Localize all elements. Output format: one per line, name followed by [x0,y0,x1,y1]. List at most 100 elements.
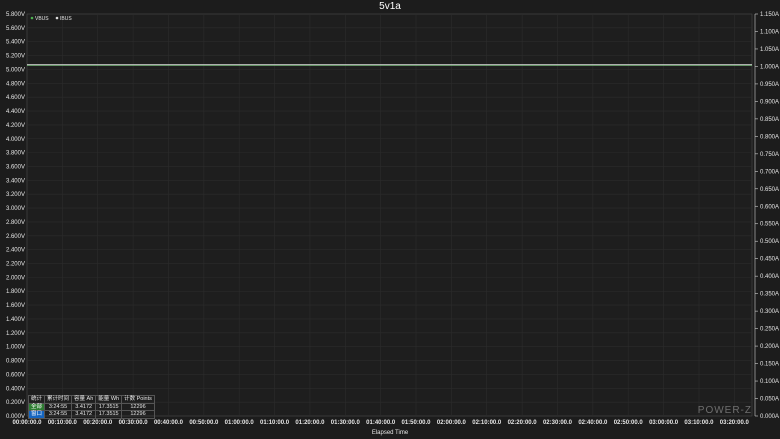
y-right-tick-label: 0.250A [760,327,779,333]
series-layer [27,64,752,66]
legend-label-vbus[interactable]: VBUS [35,16,49,22]
stats-row-all: 全部 3:24:55 3.4172 17.3515 12296 [27,402,155,411]
x-tick-label: 03:20:00.0 [720,420,750,426]
power-z-watermark: POWER-Z [697,405,752,416]
y-right-tick-label: 1.100A [760,29,779,35]
y-left-tick-label: 1.800V [6,289,25,295]
legend-swatch-vbus [30,16,34,20]
y-left-tick-label: 3.400V [6,178,25,184]
y-left-tick-label: 3.200V [6,192,25,198]
y-right-tick-label: 0.300A [760,309,779,315]
x-tick-label: 01:10:00.0 [260,420,290,426]
legend-swatch-ibus [55,16,59,20]
x-tick-label: 00:20:00.0 [83,420,113,426]
stats-cell: 3.4172 [71,410,97,419]
stats-cell: 17.3515 [95,410,123,419]
x-tick-label: 00:00:00.0 [12,420,42,426]
stats-header: 能量 Wh [95,395,123,404]
y-right-tick-label: 0.450A [760,257,779,263]
y-left-tick-label: 5.800V [6,12,25,18]
y-left-tick-label: 5.200V [6,54,25,60]
x-tick-label: 02:40:00.0 [578,420,608,426]
y-left-tick-label: 4.000V [6,137,25,143]
y-right-tick-label: 0.400A [760,274,779,280]
x-tick-label: 02:00:00.0 [437,420,467,426]
y-right-tick-label: 0.150A [760,362,779,368]
grid [26,13,753,417]
y-right-tick-label: 0.200A [760,344,779,350]
stats-table: 统计 累计时间 容量 Ah 能量 Wh 计数 Points 全部 3:24:55… [27,395,155,419]
x-tick-label: 03:00:00.0 [649,420,679,426]
y-left-tick-label: 3.600V [6,164,25,170]
plot-frame [26,13,753,417]
y-left-tick-label: 4.400V [6,109,25,115]
y-left-tick-label: 4.800V [6,81,25,87]
y-right-tick-label: 0.650A [760,187,779,193]
y-right-tick-label: 0.000A [760,414,779,420]
y-left-tick-label: 1.600V [6,303,25,309]
x-tick-label: 01:30:00.0 [331,420,361,426]
x-tick-label: 00:10:00.0 [48,420,78,426]
y-right-tick-label: 1.150A [760,12,779,18]
y-left-tick-label: 5.600V [6,26,25,32]
x-tick-label: 01:00:00.0 [225,420,255,426]
y-left-tick-label: 1.400V [6,317,25,323]
legend-label-ibus[interactable]: IBUS [60,16,72,22]
y-right-tick-label: 0.800A [760,134,779,140]
y-right-tick-label: 0.100A [760,379,779,385]
stats-header: 累计时间 [44,395,73,404]
x-tick-label: 01:50:00.0 [402,420,432,426]
x-tick-label: 01:40:00.0 [366,420,396,426]
y-right-tick-label: 0.600A [760,204,779,210]
y-left-tick-label: 2.200V [6,262,25,268]
stats-row-window: 窗口 3:24:55 3.4172 17.3515 12296 [27,410,155,419]
stats-row-label[interactable]: 窗口 [27,410,46,419]
stats-cell: 3:24:55 [44,402,73,411]
chart-title: 5v1a [379,1,401,12]
stats-cell: 12296 [121,410,155,419]
y-left-tick-label: 0.400V [6,386,25,392]
y-left-tick-label: 2.400V [6,248,25,254]
y-right-tick-label: 0.850A [760,117,779,123]
x-tick-label: 00:30:00.0 [119,420,149,426]
y-right-tick-label: 0.500A [760,239,779,245]
y-right-tick-label: 1.000A [760,64,779,70]
y-left-tick-label: 2.600V [6,234,25,240]
y-left-tick-label: 0.600V [6,372,25,378]
y-right-tick-label: 0.750A [760,152,779,158]
y-left-tick-label: 5.000V [6,67,25,73]
x-tick-label: 02:30:00.0 [543,420,573,426]
y-right-tick-label: 0.900A [760,99,779,105]
y-left-tick-label: 2.000V [6,275,25,281]
stats-header: 计数 Points [121,395,155,404]
x-tick-label: 02:20:00.0 [508,420,538,426]
x-tick-label: 00:50:00.0 [189,420,219,426]
stats-header: 统计 [27,395,46,404]
stats-cell: 17.3515 [95,402,123,411]
y-left-tick-label: 4.200V [6,123,25,129]
x-tick-label: 03:10:00.0 [684,420,714,426]
y-right-tick-label: 0.050A [760,397,779,403]
y-left-tick-label: 0.200V [6,400,25,406]
x-tick-label: 00:40:00.0 [154,420,184,426]
x-tick-label: 01:20:00.0 [295,420,325,426]
x-axis: 00:00:00.0 00:10:00.0 00:20:00.0 00:30:00.0… [12,420,749,426]
y-left-tick-label: 5.400V [6,40,25,46]
y-right-tick-label: 0.700A [760,169,779,175]
power-chart: 5v1a 0.000V0.200V0.400V0.600V0.800V1.000… [0,0,780,439]
y-left-tick-label: 3.800V [6,151,25,157]
y-right-tick-label: 0.950A [760,82,779,88]
x-tick-label: 02:10:00.0 [472,420,502,426]
stats-row-label[interactable]: 全部 [27,402,46,411]
stats-header-row: 统计 累计时间 容量 Ah 能量 Wh 计数 Points [27,395,155,404]
y-right-tick-label: 0.350A [760,292,779,298]
x-axis-label: Elapsed Time [372,430,409,436]
y-left-tick-label: 1.000V [6,345,25,351]
y-left-tick-label: 3.000V [6,206,25,212]
y-right-tick-label: 1.050A [760,47,779,53]
y-left-tick-label: 2.800V [6,220,25,226]
y-left-tick-label: 0.800V [6,359,25,365]
stats-header: 容量 Ah [71,395,97,404]
y-left-tick-label: 4.600V [6,95,25,101]
y-left-tick-label: 1.200V [6,331,25,337]
